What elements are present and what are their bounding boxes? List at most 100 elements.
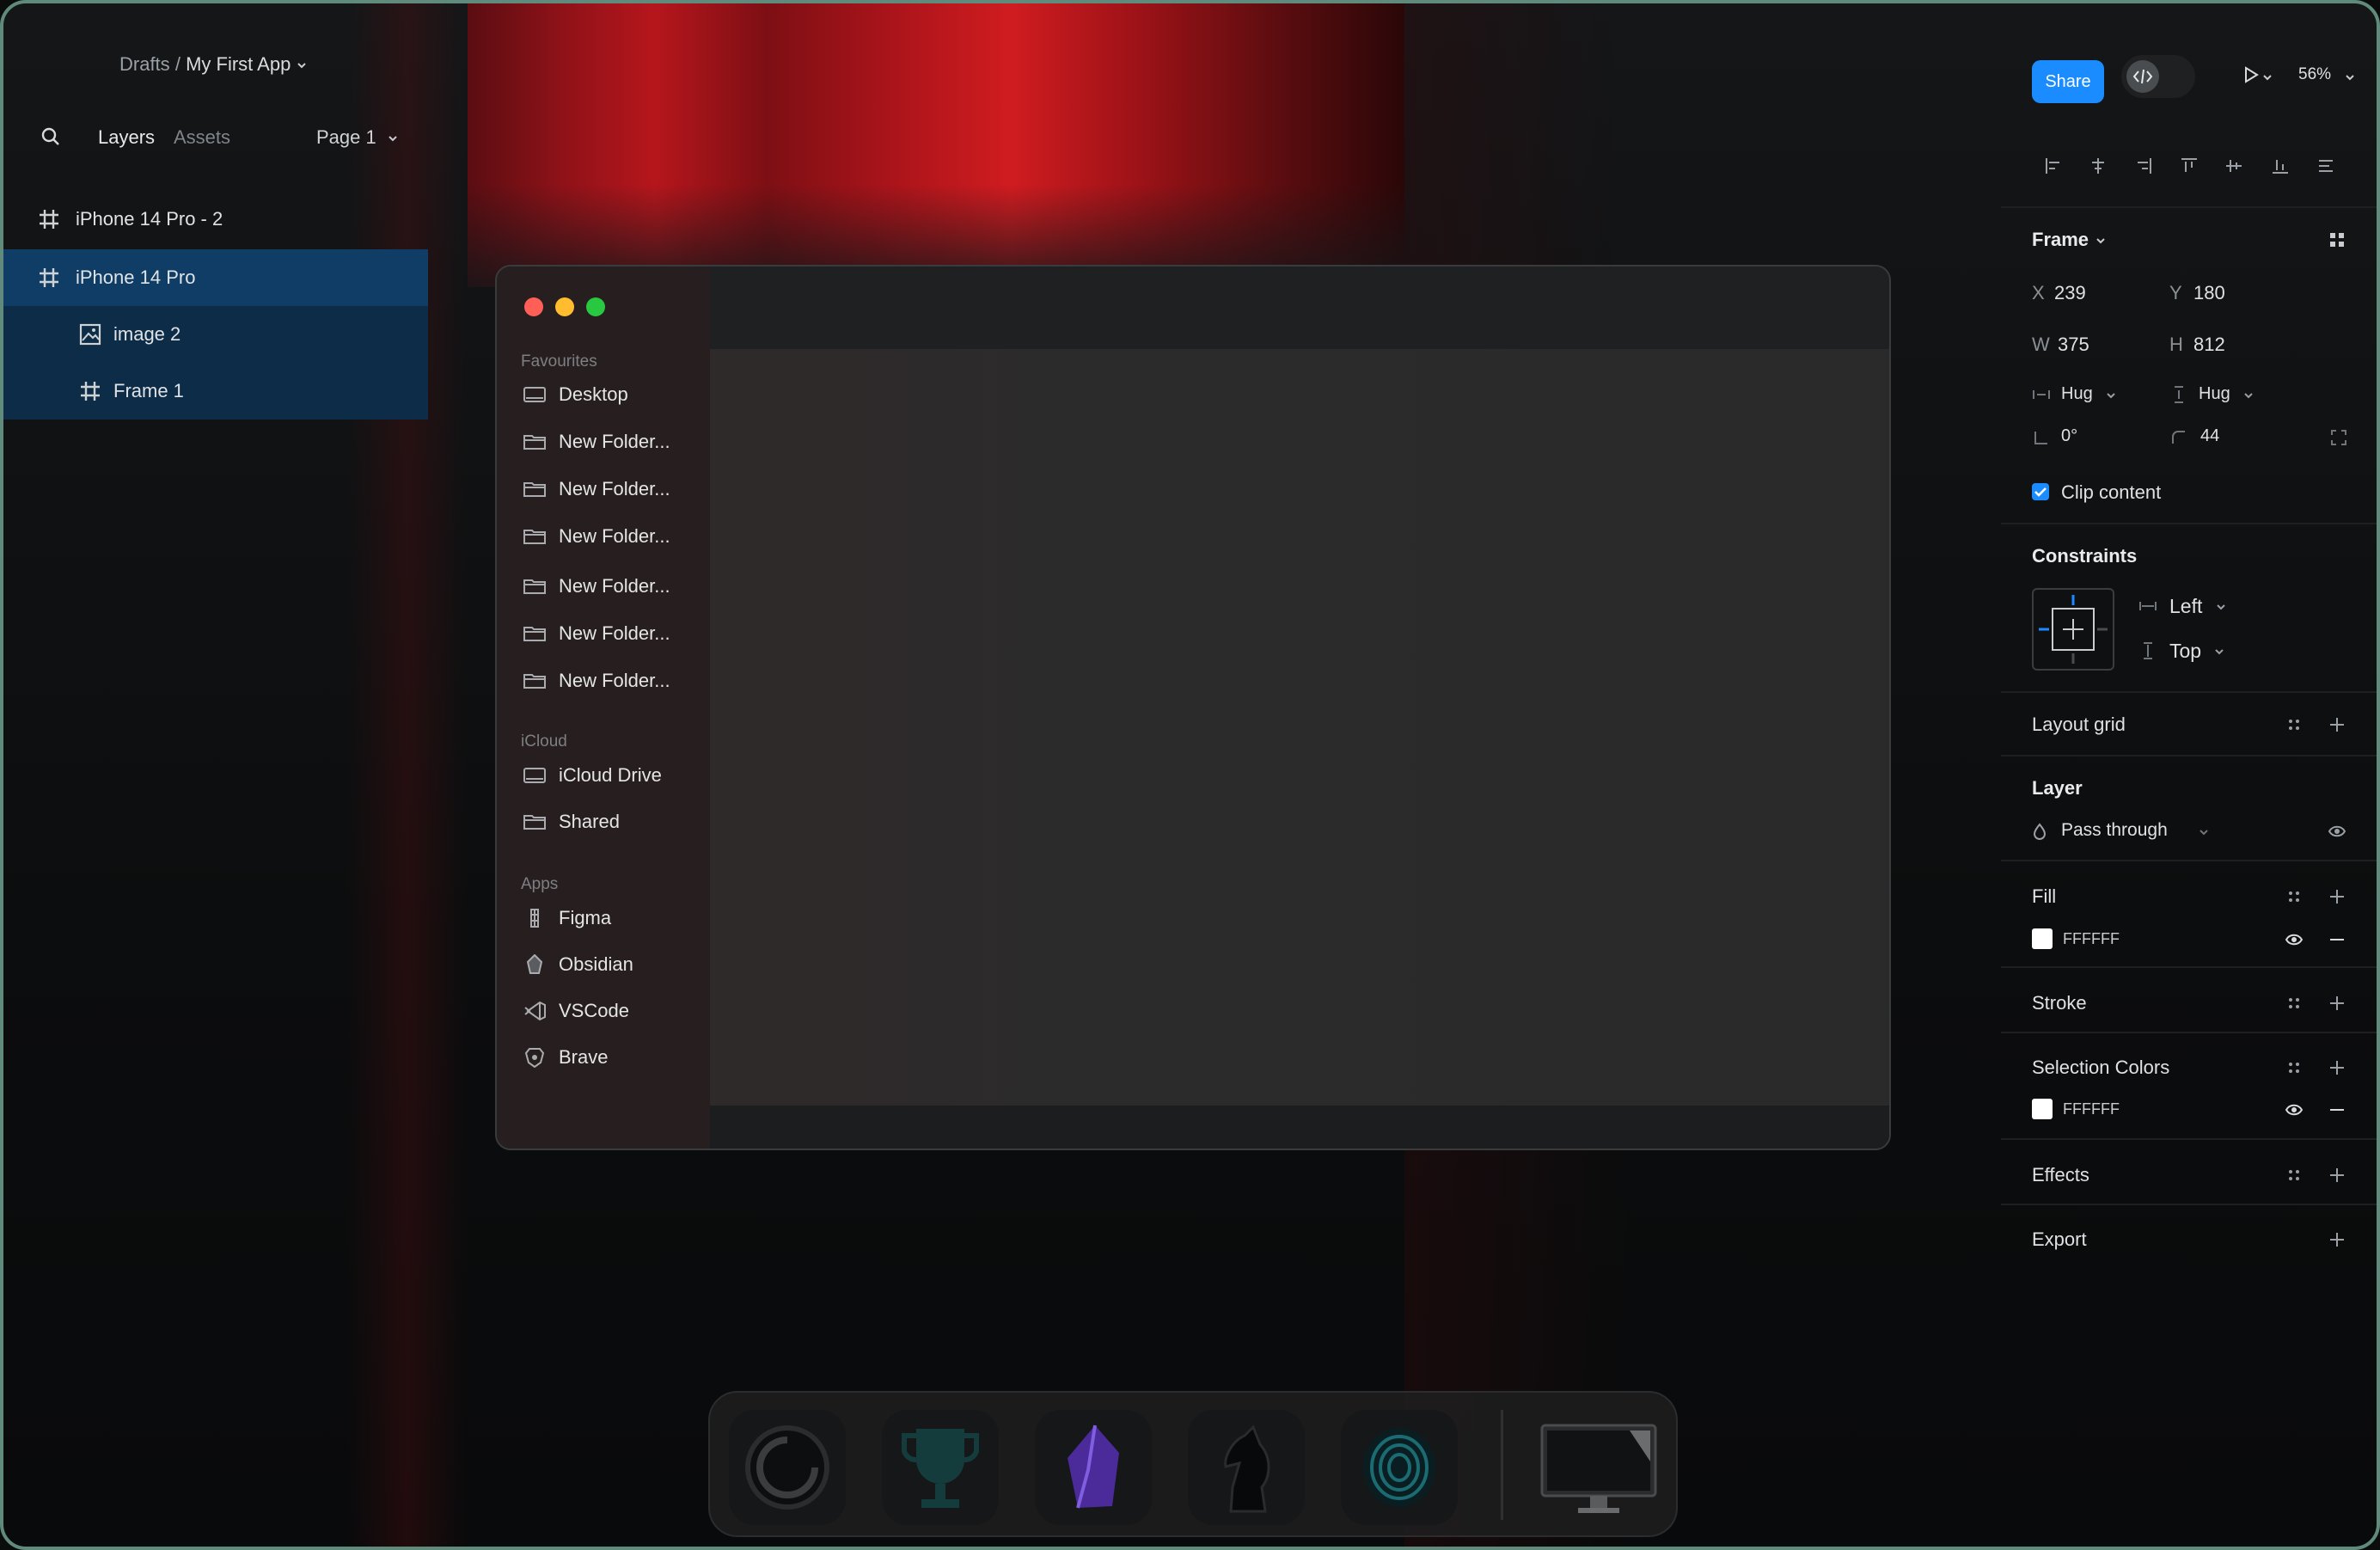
chevron-down-icon[interactable]: [2243, 390, 2254, 401]
y-input[interactable]: 180: [2193, 282, 2225, 304]
layer-row[interactable]: image 2: [3, 306, 428, 363]
effect-styles-icon[interactable]: [2285, 1166, 2304, 1185]
sidebar-item-shared[interactable]: Shared: [523, 807, 703, 838]
dock-app-5[interactable]: [1341, 1410, 1458, 1525]
w-input[interactable]: 375: [2058, 334, 2089, 356]
chevron-down-icon[interactable]: [2216, 602, 2226, 612]
eye-icon[interactable]: [2285, 1100, 2304, 1119]
add-effect-icon[interactable]: [2328, 1166, 2346, 1185]
sidebar-item-vscode[interactable]: VSCode: [523, 996, 703, 1027]
align-left-icon[interactable]: [2044, 156, 2063, 175]
finder-window-frame[interactable]: Favourites Desktop New Folder... New Fol…: [495, 265, 1891, 1150]
breadcrumb-separator: /: [174, 53, 180, 75]
dock-app-desktop[interactable]: [1527, 1410, 1657, 1525]
page-selector[interactable]: Page 1: [316, 126, 399, 149]
dock-app-1[interactable]: [729, 1410, 846, 1525]
sidebar-item-label: VSCode: [559, 1000, 629, 1021]
rotation-input[interactable]: 0°: [2061, 426, 2077, 446]
dock-app-chess[interactable]: [1188, 1410, 1305, 1525]
sidebar-item-brave[interactable]: Brave: [523, 1043, 703, 1074]
width-sizing-select[interactable]: Hug: [2061, 384, 2093, 404]
fill-styles-icon[interactable]: [2285, 887, 2304, 906]
blend-mode-select[interactable]: Pass through: [2061, 820, 2168, 841]
finder-content-area[interactable]: [710, 349, 1889, 1106]
chevron-down-icon[interactable]: [2262, 72, 2273, 83]
constraints-widget[interactable]: [2032, 588, 2114, 671]
align-right-icon[interactable]: [2134, 156, 2153, 175]
fill-section-title: Fill: [2032, 885, 2057, 907]
align-bottom-icon[interactable]: [2271, 156, 2290, 175]
selection-styles-icon[interactable]: [2285, 1058, 2304, 1077]
corner-radius-input[interactable]: 44: [2200, 426, 2219, 446]
sidebar-item-icloud-drive[interactable]: iCloud Drive: [523, 761, 703, 792]
chevron-down-icon[interactable]: [2214, 646, 2224, 657]
fill-color-swatch[interactable]: [2032, 928, 2053, 949]
search-icon[interactable]: [40, 126, 62, 148]
chevron-down-icon[interactable]: [2096, 236, 2106, 246]
tab-layers[interactable]: Layers: [98, 126, 155, 149]
sidebar-item-folder[interactable]: New Folder...: [523, 619, 703, 650]
dock-app-obsidian[interactable]: [1035, 1410, 1152, 1525]
clip-content-checkbox[interactable]: [2032, 483, 2049, 500]
selection-hex-input[interactable]: FFFFFF: [2063, 1100, 2120, 1118]
blend-mode-icon: [2033, 823, 2047, 840]
sidebar-item-folder[interactable]: New Folder...: [523, 666, 703, 697]
breadcrumb-root[interactable]: Drafts: [119, 53, 170, 75]
sidebar-item-folder[interactable]: New Folder...: [523, 427, 703, 458]
sidebar-item-label: New Folder...: [559, 478, 670, 499]
chevron-down-icon[interactable]: [296, 59, 308, 71]
chevron-down-icon[interactable]: [2199, 827, 2209, 837]
align-top-icon[interactable]: [2180, 156, 2199, 175]
sidebar-item-folder[interactable]: New Folder...: [523, 522, 703, 553]
distribute-icon[interactable]: [2317, 156, 2336, 175]
dev-mode-toggle[interactable]: [2121, 55, 2195, 98]
sidebar-item-folder[interactable]: New Folder...: [523, 572, 703, 603]
share-button[interactable]: Share: [2032, 60, 2104, 103]
add-selection-color-icon[interactable]: [2328, 1058, 2346, 1077]
minimize-button[interactable]: [555, 297, 574, 316]
breadcrumb[interactable]: Drafts / My First App: [119, 53, 308, 76]
sidebar-item-obsidian[interactable]: Obsidian: [523, 950, 703, 981]
stroke-styles-icon[interactable]: [2285, 994, 2304, 1013]
height-sizing-select[interactable]: Hug: [2199, 384, 2230, 404]
add-export-icon[interactable]: [2328, 1230, 2346, 1249]
folder-icon: [523, 674, 546, 689]
add-fill-icon[interactable]: [2328, 887, 2346, 906]
layer-row-selected[interactable]: iPhone 14 Pro: [3, 249, 428, 306]
swirl-app-icon: [745, 1425, 829, 1510]
grid-styles-icon[interactable]: [2285, 715, 2304, 734]
eye-icon[interactable]: [2285, 930, 2304, 949]
dock-divider: [1501, 1410, 1503, 1520]
sidebar-item-folder[interactable]: New Folder...: [523, 475, 703, 505]
play-icon[interactable]: [2242, 65, 2261, 84]
file-name[interactable]: My First App: [186, 53, 291, 75]
sidebar-item-figma[interactable]: Figma: [523, 904, 703, 934]
independent-corners-icon[interactable]: [2329, 428, 2348, 447]
remove-fill-icon[interactable]: [2328, 930, 2346, 949]
add-layout-grid-icon[interactable]: [2328, 715, 2346, 734]
align-horizontal-center-icon[interactable]: [2089, 156, 2108, 175]
tab-assets[interactable]: Assets: [174, 126, 230, 149]
h-input[interactable]: 812: [2193, 334, 2225, 356]
horizontal-constraint-select[interactable]: Left: [2169, 595, 2202, 618]
sidebar-item-label: New Folder...: [559, 575, 670, 597]
fill-hex-input[interactable]: FFFFFF: [2063, 930, 2120, 948]
layer-row[interactable]: Frame 1: [3, 363, 428, 420]
layer-row[interactable]: iPhone 14 Pro - 2: [3, 191, 428, 248]
maximize-button[interactable]: [586, 297, 605, 316]
x-input[interactable]: 239: [2054, 282, 2086, 304]
close-button[interactable]: [524, 297, 543, 316]
chevron-down-icon[interactable]: [2106, 390, 2116, 401]
frame-section-title[interactable]: Frame: [2032, 229, 2089, 251]
selection-color-swatch[interactable]: [2032, 1099, 2053, 1119]
add-stroke-icon[interactable]: [2328, 994, 2346, 1013]
dock-app-2[interactable]: [882, 1410, 999, 1525]
zoom-level[interactable]: 56%: [2298, 65, 2331, 84]
sidebar-item-desktop[interactable]: Desktop: [523, 380, 703, 411]
align-vertical-center-icon[interactable]: [2224, 156, 2243, 175]
eye-icon[interactable]: [2328, 822, 2346, 841]
frame-presets-icon[interactable]: [2328, 230, 2346, 249]
remove-selection-color-icon[interactable]: [2328, 1100, 2346, 1119]
vertical-constraint-select[interactable]: Top: [2169, 640, 2201, 663]
chevron-down-icon[interactable]: [2345, 72, 2355, 83]
